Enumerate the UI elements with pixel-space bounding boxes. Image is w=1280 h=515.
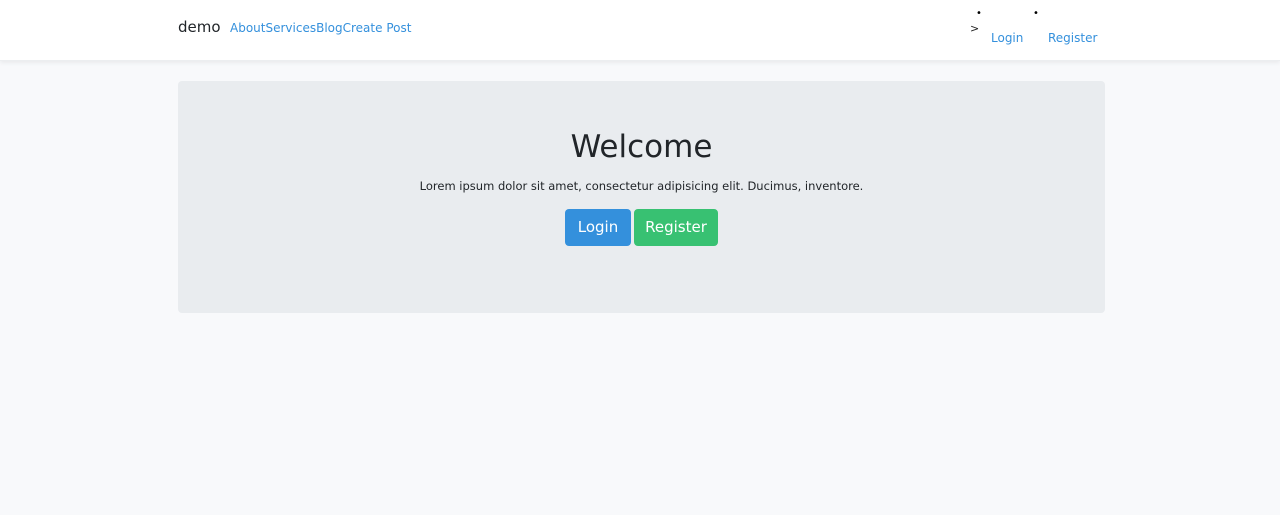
welcome-text: Lorem ipsum dolor sit amet, consectetur … [419,179,864,193]
nav-link-blog[interactable]: Blog [316,21,343,35]
nav-login-link[interactable]: Login [991,31,1023,45]
nav-link-services[interactable]: Services [265,21,316,35]
welcome-jumbotron: Welcome Lorem ipsum dolor sit amet, cons… [178,81,1105,313]
welcome-title: Welcome [570,129,713,165]
nav-link-create-post[interactable]: Create Post [343,21,412,35]
brand-link[interactable]: demo [178,18,221,36]
nav-link-about[interactable]: About [230,21,265,35]
navbar: demo About Services Blog Create Post • •… [0,0,1280,61]
list-bullet: • [1033,8,1039,19]
login-button[interactable]: Login [565,209,631,246]
nav-links: About Services Blog Create Post [230,21,411,35]
list-bullet: • [976,8,982,19]
stray-arrow-text: > [970,22,980,35]
nav-register-link[interactable]: Register [1048,31,1097,45]
register-button[interactable]: Register [634,209,718,246]
